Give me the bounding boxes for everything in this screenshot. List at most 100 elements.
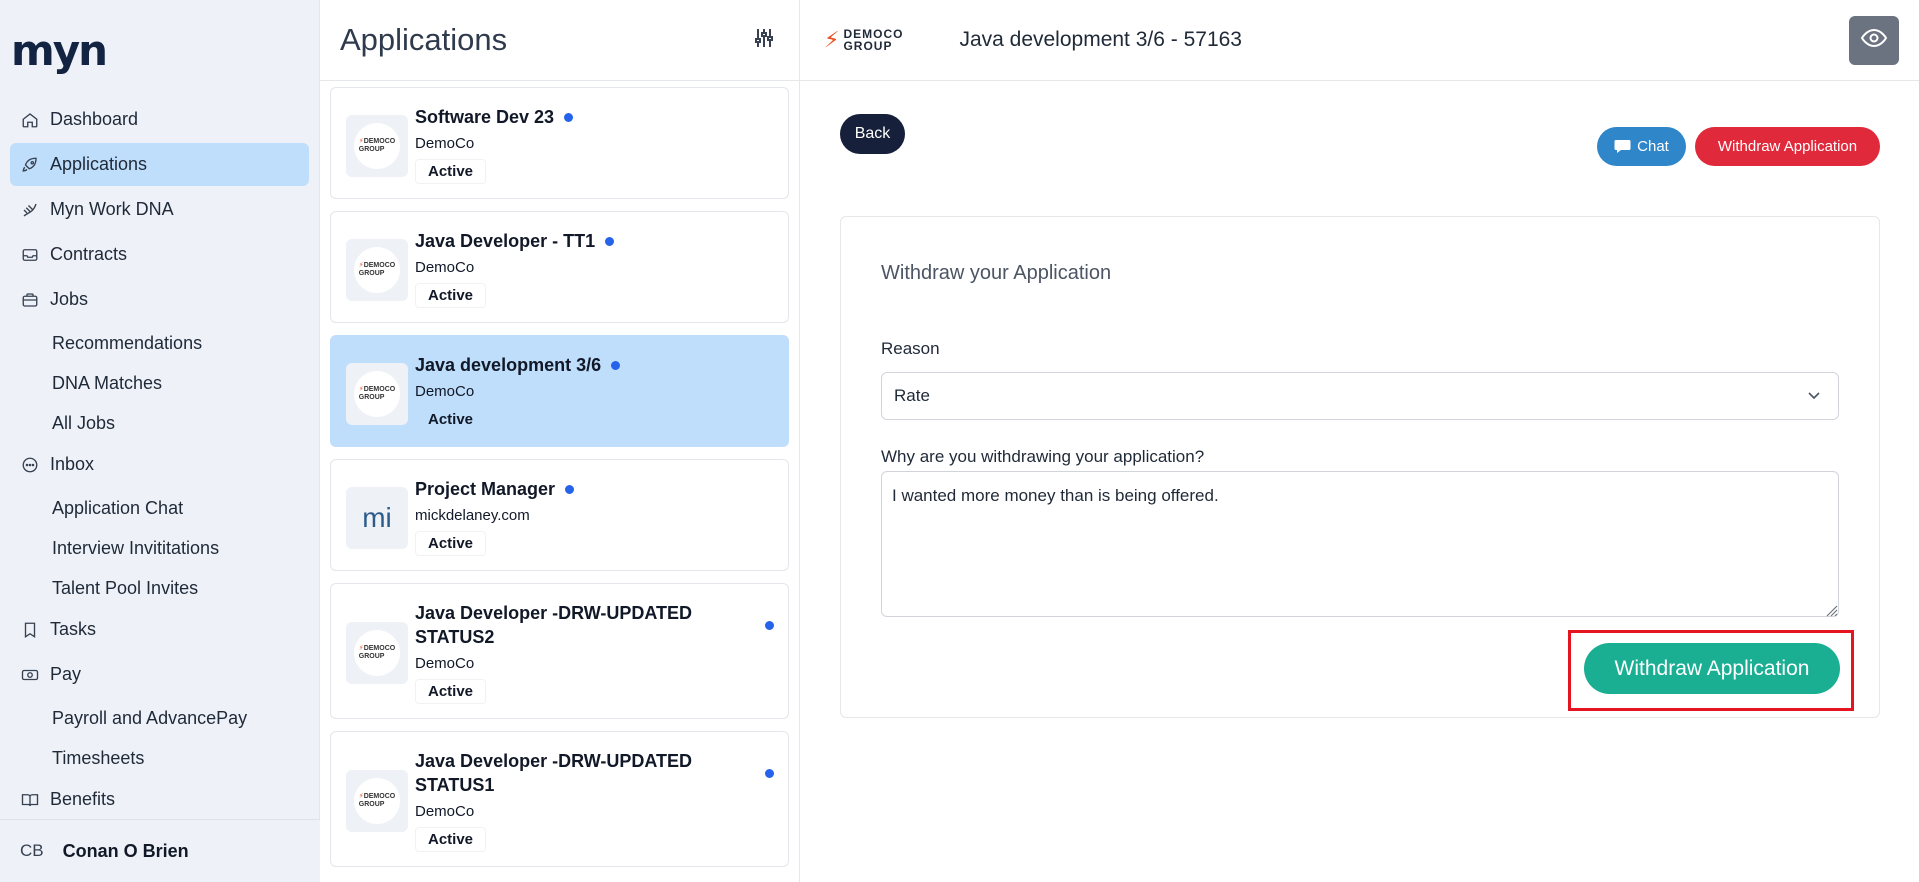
sidebar-nav: Dashboard Applications Myn Work DNA Cont…: [10, 98, 309, 823]
sidebar-subitem-all-jobs[interactable]: All Jobs: [10, 403, 309, 443]
sliders-icon: [754, 27, 774, 54]
company-logo: ⚡DEMOCO GROUP: [346, 770, 408, 832]
job-title: Java development 3/6 - 57163: [959, 28, 1242, 51]
why-label: Why are you withdrawing your application…: [881, 447, 1205, 466]
status-badge: Active: [415, 531, 487, 556]
company-logo: ⚡DEMOCO GROUP: [346, 115, 408, 177]
status-badge: Active: [415, 679, 487, 704]
sidebar-item-inbox[interactable]: Inbox: [10, 443, 309, 486]
application-card[interactable]: mi Project Manager mickdelaney.com Activ…: [330, 459, 789, 571]
sidebar-subitem-payroll[interactable]: Payroll and AdvancePay: [10, 698, 309, 738]
book-icon: [20, 790, 40, 810]
company-brand-logo: ⚡ DEMOCO GROUP: [824, 27, 904, 53]
application-cards: ⚡DEMOCO GROUP Software Dev 23 DemoCo Acti…: [320, 81, 799, 867]
sidebar-item-benefits[interactable]: Benefits: [10, 778, 309, 821]
application-card[interactable]: ⚡DEMOCO GROUP Software Dev 23 DemoCo Acti…: [330, 87, 789, 199]
application-detail: ⚡ DEMOCO GROUP Java development 3/6 - 571…: [800, 0, 1919, 882]
sidebar-subitem-timesheets[interactable]: Timesheets: [10, 738, 309, 778]
myn-logo[interactable]: myn: [11, 30, 108, 72]
application-title: Java Developer -DRW-UPDATED STATUS1: [415, 751, 693, 795]
application-company: DemoCo: [415, 803, 475, 820]
unread-dot: [765, 769, 774, 778]
sidebar-subitem-recommendations[interactable]: Recommendations: [10, 323, 309, 363]
home-icon: [20, 110, 40, 130]
sidebar-subitem-talent-pool-invites[interactable]: Talent Pool Invites: [10, 568, 309, 608]
sidebar-item-label: Tasks: [50, 619, 97, 639]
application-company: DemoCo: [415, 655, 475, 672]
chat-icon: [1614, 139, 1631, 154]
application-title: Project Manager: [415, 477, 774, 501]
bookmark-icon: [20, 620, 40, 640]
unread-dot: [611, 360, 621, 370]
sidebar-item-applications[interactable]: Applications: [10, 143, 309, 186]
status-badge: Active: [415, 407, 487, 432]
chat-button[interactable]: Chat: [1597, 127, 1686, 166]
sidebar-item-contracts[interactable]: Contracts: [10, 233, 309, 276]
sidebar-item-label: Benefits: [50, 789, 116, 809]
withdraw-form-panel: Withdraw your Application Reason Rate Wh…: [840, 216, 1880, 718]
user-menu[interactable]: CB Conan O Brien: [0, 819, 320, 882]
inbox-tray-icon: [20, 245, 40, 265]
sidebar-subitem-application-chat[interactable]: Application Chat: [10, 488, 309, 528]
application-company: DemoCo: [415, 135, 475, 152]
sidebar-item-dashboard[interactable]: Dashboard: [10, 98, 309, 141]
sidebar-subitem-dna-matches[interactable]: DNA Matches: [10, 363, 309, 403]
application-company: mickdelaney.com: [415, 507, 530, 524]
user-name: Conan O Brien: [62, 840, 189, 861]
application-company: DemoCo: [415, 383, 475, 400]
application-title: Java development 3/6: [415, 353, 774, 377]
resize-grip-icon[interactable]: [1824, 603, 1838, 622]
company-logo: ⚡DEMOCO GROUP: [346, 622, 408, 684]
reason-label: Reason: [881, 339, 940, 358]
application-company: DemoCo: [415, 259, 475, 276]
sidebar-item-label: Pay: [50, 664, 82, 684]
reason-select-value: Rate: [894, 386, 930, 405]
unread-dot: [605, 236, 615, 246]
sidebar-item-pay[interactable]: Pay: [10, 653, 309, 696]
sidebar-item-label: Myn Work DNA: [50, 199, 174, 219]
form-title: Withdraw your Application: [881, 262, 1112, 284]
withdraw-application-submit-button[interactable]: Withdraw Application: [1584, 643, 1840, 694]
eye-icon: [1860, 28, 1888, 53]
sidebar: myn Dashboard Applications Myn Work DNA …: [0, 0, 320, 882]
preview-button[interactable]: [1849, 16, 1899, 65]
withdraw-application-header-button[interactable]: Withdraw Application: [1695, 127, 1880, 166]
applications-list-header: Applications: [320, 0, 799, 81]
sidebar-item-myn-work-dna[interactable]: Myn Work DNA: [10, 188, 309, 231]
application-title: Java Developer - TT1: [415, 229, 774, 253]
application-card-selected[interactable]: ⚡DEMOCO GROUP Java development 3/6 DemoCo…: [330, 335, 789, 447]
company-logo: mi: [346, 487, 408, 549]
application-title: Java Developer -DRW-UPDATED STATUS2: [415, 603, 693, 647]
status-badge: Active: [415, 159, 487, 184]
unread-dot: [564, 112, 574, 122]
sidebar-item-label: Applications: [50, 154, 148, 174]
rocket-icon: [20, 155, 40, 175]
sidebar-item-tasks[interactable]: Tasks: [10, 608, 309, 651]
sidebar-subitem-interview-invitations[interactable]: Interview Invititations: [10, 528, 309, 568]
chevron-down-icon: [1806, 387, 1822, 408]
dna-icon: [20, 200, 40, 220]
status-badge: Active: [415, 827, 487, 852]
company-logo: ⚡DEMOCO GROUP: [346, 363, 408, 425]
unread-dot: [765, 621, 774, 630]
sidebar-item-label: Inbox: [50, 454, 95, 474]
back-button[interactable]: Back: [840, 114, 905, 154]
applications-list-panel: Applications ⚡DEMOCO GROUP Software Dev 2…: [320, 0, 800, 882]
application-card[interactable]: ⚡DEMOCO GROUP Java Developer -DRW-UPDATED…: [330, 583, 789, 719]
bolt-icon: ⚡: [824, 27, 840, 52]
unread-dot: [565, 484, 575, 494]
user-initials: CB: [20, 841, 44, 860]
briefcase-icon: [20, 290, 40, 310]
status-badge: Active: [415, 283, 487, 308]
withdraw-reason-textarea[interactable]: I wanted more money than is being offere…: [881, 471, 1839, 617]
filter-button[interactable]: [749, 25, 779, 55]
sidebar-item-label: Contracts: [50, 244, 128, 264]
reason-select[interactable]: Rate: [881, 372, 1839, 420]
application-card[interactable]: ⚡DEMOCO GROUP Java Developer -DRW-UPDATED…: [330, 731, 789, 867]
sidebar-item-label: Jobs: [50, 289, 89, 309]
sidebar-item-jobs[interactable]: Jobs: [10, 278, 309, 321]
application-title: Software Dev 23: [415, 105, 774, 129]
money-icon: [20, 665, 40, 685]
application-card[interactable]: ⚡DEMOCO GROUP Java Developer - TT1 DemoCo…: [330, 211, 789, 323]
company-logo: ⚡DEMOCO GROUP: [346, 239, 408, 301]
